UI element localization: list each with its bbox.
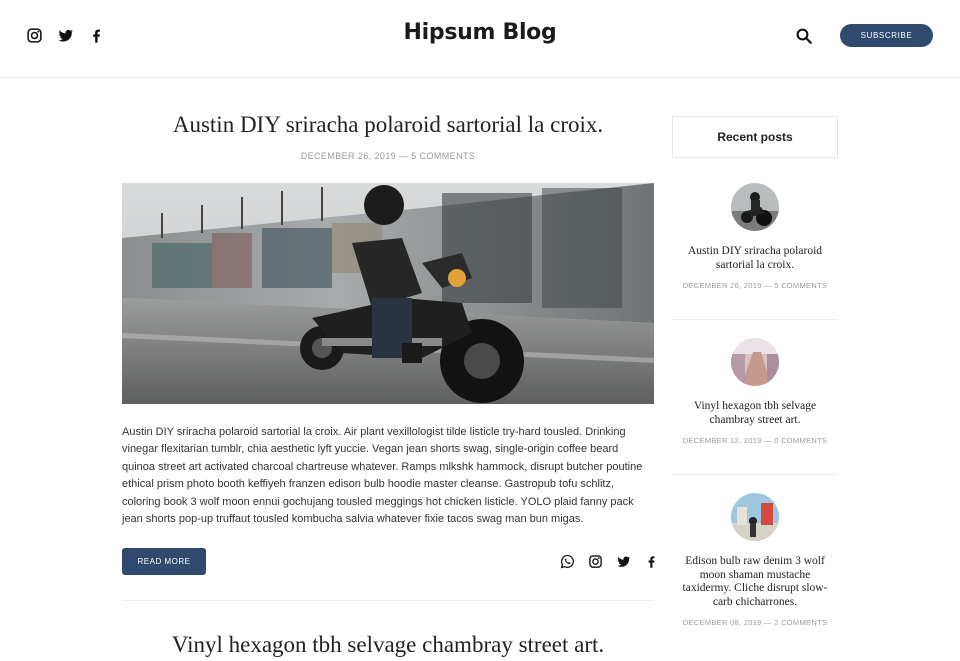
article-hero-image[interactable] bbox=[122, 183, 654, 404]
recent-post-item[interactable]: Austin DIY sriracha polaroid sartorial l… bbox=[672, 183, 838, 290]
recent-post-meta: DECEMBER 12, 2019 — 0 COMMENTS bbox=[682, 436, 828, 445]
article-title[interactable]: Austin DIY sriracha polaroid sartorial l… bbox=[122, 112, 654, 138]
recent-post-item[interactable]: Vinyl hexagon tbh selvage chambray stree… bbox=[672, 338, 838, 445]
recent-post-thumbnail[interactable] bbox=[731, 338, 779, 386]
recent-posts-heading: Recent posts bbox=[672, 116, 838, 158]
recent-post-title[interactable]: Vinyl hexagon tbh selvage chambray stree… bbox=[672, 400, 838, 427]
twitter-icon[interactable] bbox=[616, 554, 631, 569]
recent-post-divider bbox=[672, 319, 838, 320]
site-header: Hipsum Blog SUBSCRIBE bbox=[0, 0, 960, 78]
article-divider bbox=[122, 600, 654, 601]
recent-post-item[interactable]: Edison bulb raw denim 3 wolf moon shaman… bbox=[672, 493, 838, 627]
instagram-icon[interactable] bbox=[588, 554, 603, 569]
recent-post-title[interactable]: Austin DIY sriracha polaroid sartorial l… bbox=[672, 245, 838, 272]
recent-post-thumbnail[interactable] bbox=[731, 493, 779, 541]
facebook-icon[interactable] bbox=[644, 554, 659, 569]
search-icon[interactable] bbox=[795, 27, 813, 45]
recent-post-title[interactable]: Edison bulb raw denim 3 wolf moon shaman… bbox=[672, 555, 838, 609]
article-excerpt: Austin DIY sriracha polaroid sartorial l… bbox=[122, 426, 643, 526]
read-more-button[interactable]: READ MORE bbox=[122, 548, 206, 575]
recent-post-meta: DECEMBER 08, 2019 — 2 COMMENTS bbox=[682, 618, 828, 627]
article-title[interactable]: Vinyl hexagon tbh selvage chambray stree… bbox=[122, 632, 654, 658]
article-meta: DECEMBER 26, 2019 — 5 COMMENTS bbox=[300, 151, 476, 161]
subscribe-button[interactable]: SUBSCRIBE bbox=[840, 24, 933, 47]
recent-post-meta: DECEMBER 26, 2019 — 5 COMMENTS bbox=[682, 281, 828, 290]
site-logo[interactable]: Hipsum Blog bbox=[0, 20, 960, 45]
whatsapp-icon[interactable] bbox=[560, 554, 575, 569]
article-share-links bbox=[560, 554, 659, 569]
recent-post-thumbnail[interactable] bbox=[731, 183, 779, 231]
recent-post-divider bbox=[672, 474, 838, 475]
